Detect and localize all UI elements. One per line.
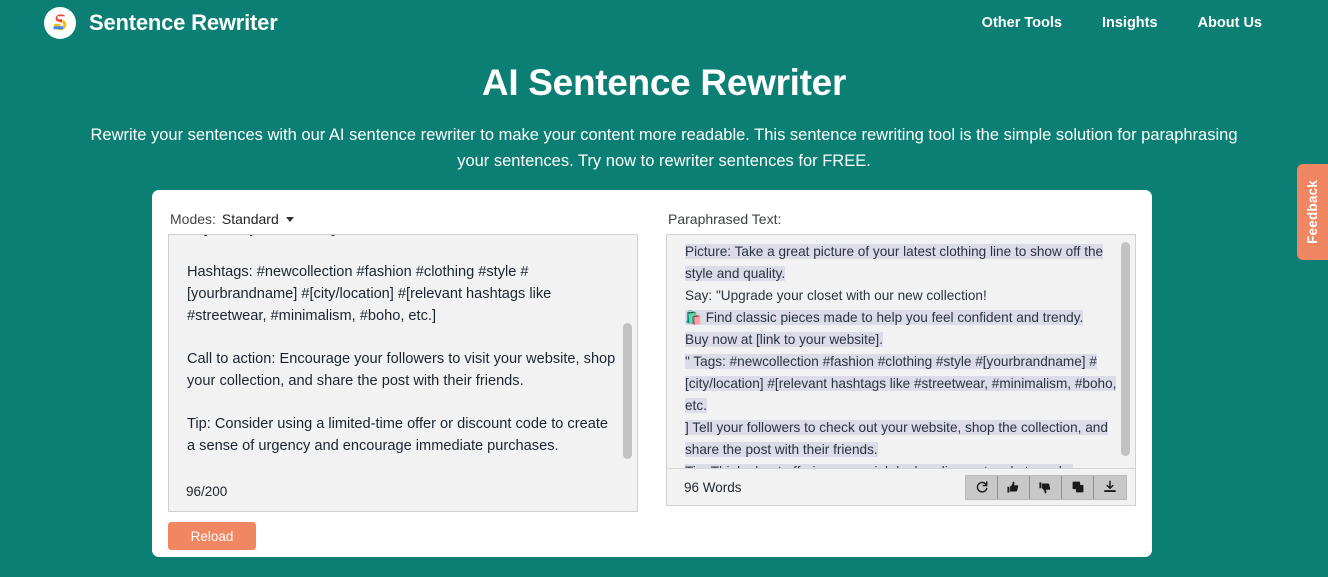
- output-segment: Say: "Upgrade your closet with our new c…: [685, 285, 1117, 307]
- modes-row: Modes: Standard: [168, 204, 638, 234]
- output-textarea-box[interactable]: Picture: Take a great picture of your la…: [666, 234, 1136, 506]
- input-textarea[interactable]: at [link to your website]. Hashtags: #ne…: [169, 235, 637, 471]
- output-segment: Buy now at [link to your website].: [685, 329, 1117, 351]
- output-footer: 96 Words: [667, 468, 1135, 505]
- s-logo-icon: [44, 7, 76, 39]
- brand[interactable]: Sentence Rewriter: [44, 7, 278, 39]
- input-column: Modes: Standard at [link to your website…: [168, 204, 638, 550]
- modes-selected-value: Standard: [221, 211, 279, 227]
- word-count: 96 Words: [684, 479, 742, 495]
- input-line-1: Hashtags: #newcollection #fashion #cloth…: [187, 264, 552, 324]
- output-textarea[interactable]: Picture: Take a great picture of your la…: [667, 235, 1135, 468]
- reload-button[interactable]: Reload: [168, 522, 256, 550]
- output-segment-text: ] Tell your followers to check out your …: [685, 420, 1108, 457]
- output-text-content: Picture: Take a great picture of your la…: [685, 235, 1117, 468]
- input-line-2: Call to action: Encourage your followers…: [187, 351, 616, 389]
- input-line-0: at [link to your website].: [187, 235, 619, 241]
- input-textarea-box[interactable]: at [link to your website]. Hashtags: #ne…: [168, 234, 638, 512]
- input-line-3: Tip: Consider using a limited-time offer…: [187, 416, 608, 454]
- refresh-icon[interactable]: [966, 475, 998, 499]
- paraphrased-label-row: Paraphrased Text:: [666, 204, 1136, 234]
- output-segment: " Tags: #newcollection #fashion #clothin…: [685, 351, 1117, 417]
- modes-select[interactable]: Standard: [222, 211, 294, 227]
- tool-card: Modes: Standard at [link to your website…: [152, 190, 1152, 557]
- output-segment: Picture: Take a great picture of your la…: [685, 241, 1117, 285]
- main-nav: Other Tools Insights About Us: [982, 15, 1262, 31]
- copy-icon[interactable]: [1062, 475, 1094, 499]
- nav-link-about-us[interactable]: About Us: [1198, 15, 1262, 31]
- nav-link-other-tools[interactable]: Other Tools: [982, 15, 1062, 31]
- output-segment-text: Tip: Think about offering a special deal…: [685, 464, 1074, 468]
- output-column: Paraphrased Text: Picture: Take a great …: [666, 204, 1136, 550]
- output-scrollbar[interactable]: [1121, 240, 1132, 465]
- input-text-content: at [link to your website]. Hashtags: #ne…: [187, 235, 619, 458]
- input-scrollbar-thumb[interactable]: [623, 323, 632, 459]
- output-segment-text: Picture: Take a great picture of your la…: [685, 244, 1104, 281]
- output-scrollbar-thumb[interactable]: [1121, 242, 1130, 456]
- site-header: Sentence Rewriter Other Tools Insights A…: [0, 0, 1328, 46]
- output-segment: 🛍️ Find classic pieces made to help you …: [685, 307, 1117, 329]
- output-segment-text: " Tags: #newcollection #fashion #clothin…: [685, 354, 1117, 413]
- hero-subtitle: Rewrite your sentences with our AI sente…: [90, 126, 1238, 171]
- output-segment-text: Buy now at [link to your website].: [685, 332, 883, 347]
- output-segment: ] Tell your followers to check out your …: [685, 417, 1117, 461]
- chevron-down-icon: [285, 216, 294, 222]
- modes-label: Modes:: [170, 211, 216, 227]
- download-icon[interactable]: [1094, 476, 1126, 499]
- input-scrollbar[interactable]: [623, 241, 634, 467]
- output-segment-text: Say: "Upgrade your closet with our new c…: [685, 288, 987, 303]
- thumbs-down-icon[interactable]: [1030, 475, 1062, 499]
- thumbs-up-icon[interactable]: [998, 475, 1030, 499]
- paraphrased-label: Paraphrased Text:: [668, 211, 782, 227]
- hero-section: AI Sentence Rewriter Rewrite your senten…: [0, 46, 1328, 174]
- output-segment-text: 🛍️ Find classic pieces made to help you …: [685, 310, 1084, 325]
- page-root: Sentence Rewriter Other Tools Insights A…: [0, 0, 1328, 577]
- output-actions: [965, 474, 1127, 500]
- brand-name: Sentence Rewriter: [89, 10, 278, 35]
- page-title: AI Sentence Rewriter: [481, 62, 847, 103]
- feedback-tab[interactable]: Feedback: [1297, 164, 1328, 260]
- character-counter: 96/200: [186, 483, 228, 499]
- feedback-tab-label: Feedback: [1305, 180, 1320, 244]
- output-segment: Tip: Think about offering a special deal…: [685, 461, 1117, 468]
- nav-link-insights[interactable]: Insights: [1102, 15, 1158, 31]
- input-footer: 96/200: [169, 471, 637, 511]
